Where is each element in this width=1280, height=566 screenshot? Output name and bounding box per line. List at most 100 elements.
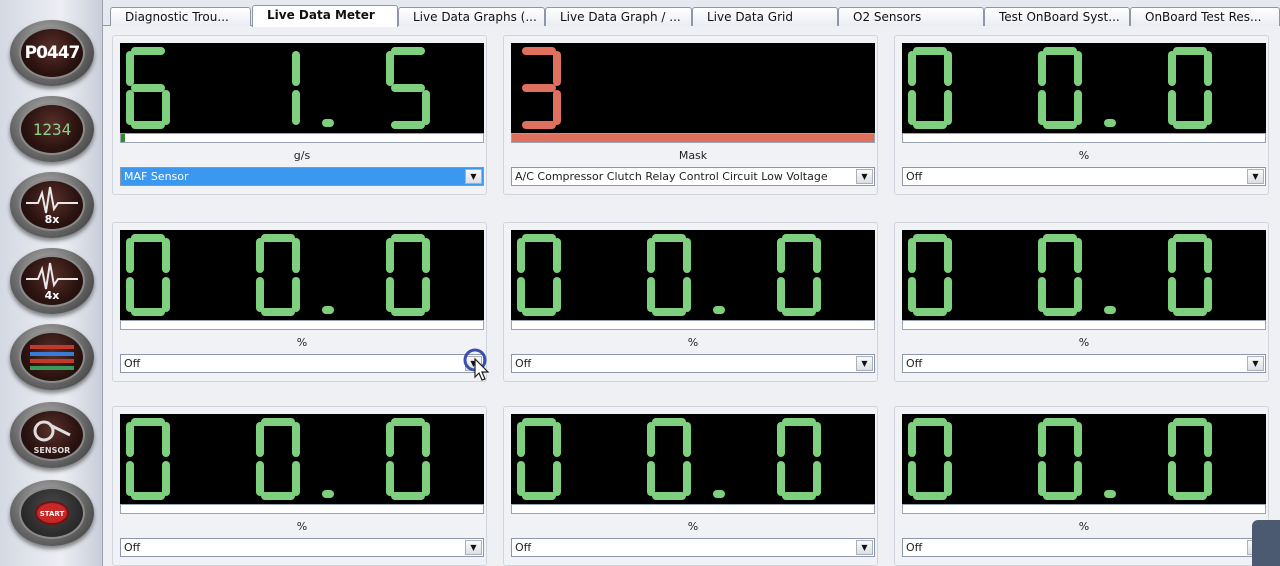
start-label: START bbox=[40, 510, 65, 518]
seven-segment-readout bbox=[126, 47, 430, 129]
segment-e bbox=[1038, 461, 1046, 496]
chevron-down-icon[interactable]: ▼ bbox=[856, 169, 873, 184]
segment-f bbox=[517, 422, 525, 457]
pid-select-value: Off bbox=[124, 541, 141, 554]
unit-label: g/s bbox=[293, 149, 311, 162]
tab-o2-sensors[interactable]: O2 Sensors bbox=[838, 7, 984, 26]
tab-diagnostic-trouble-codes[interactable]: Diagnostic Trou... bbox=[110, 7, 251, 26]
segment-d bbox=[522, 308, 556, 316]
segment-a bbox=[1043, 418, 1077, 426]
graph-8x-label: 8x bbox=[45, 213, 60, 226]
segment-e bbox=[1038, 90, 1046, 125]
segment-b bbox=[1204, 51, 1212, 86]
segment-c bbox=[683, 461, 691, 496]
segment-d bbox=[1043, 492, 1077, 500]
unit-label: % bbox=[687, 520, 699, 533]
segment-f bbox=[386, 51, 394, 86]
lcd-display bbox=[511, 230, 875, 320]
chevron-down-icon[interactable]: ▼ bbox=[1247, 356, 1264, 371]
pid-select[interactable]: Off▼ bbox=[120, 354, 484, 373]
tab-test-onboard-systems[interactable]: Test OnBoard Syst... bbox=[984, 7, 1130, 26]
segment-f bbox=[777, 238, 785, 273]
decimal-point bbox=[1104, 306, 1116, 314]
chevron-down-icon[interactable]: ▼ bbox=[465, 169, 482, 184]
segment-c bbox=[422, 90, 430, 125]
segment-a bbox=[261, 234, 295, 242]
start-button-icon: START bbox=[19, 487, 85, 539]
segment-f bbox=[386, 238, 394, 273]
segment-b bbox=[162, 422, 170, 457]
segment-d bbox=[261, 492, 295, 500]
pid-select[interactable]: Off▼ bbox=[902, 354, 1266, 373]
grid-view-button[interactable] bbox=[10, 324, 94, 390]
segment-c bbox=[813, 461, 821, 496]
pid-select-value: Off bbox=[124, 357, 141, 370]
segment-e bbox=[517, 277, 525, 312]
segment-b bbox=[422, 238, 430, 273]
chevron-down-icon[interactable]: ▼ bbox=[465, 540, 482, 555]
o2-sensor-button[interactable]: SENSOR bbox=[10, 402, 94, 468]
segment-a bbox=[522, 234, 556, 242]
segment-c bbox=[944, 461, 952, 496]
segment-a bbox=[391, 47, 425, 55]
tab-label: Live Data Graphs (... bbox=[413, 10, 537, 24]
start-button[interactable]: START bbox=[10, 480, 94, 546]
chevron-down-icon[interactable]: ▼ bbox=[1247, 169, 1264, 184]
seven-segment-readout bbox=[126, 234, 430, 316]
graph-4x-label: 4x bbox=[45, 289, 60, 302]
tab-onboard-test-results[interactable]: OnBoard Test Res... bbox=[1130, 7, 1280, 26]
segment-a bbox=[131, 47, 165, 55]
segment-a bbox=[913, 234, 947, 242]
meter-panel: % Off ▼ bbox=[503, 406, 878, 566]
segment-b bbox=[1074, 422, 1082, 457]
segment-d bbox=[1043, 121, 1077, 129]
pid-select[interactable]: MAF Sensor ▼ bbox=[120, 167, 484, 186]
dtc-code-button[interactable]: P0447 bbox=[10, 20, 94, 86]
segment-b bbox=[292, 422, 300, 457]
tab-live-data-graph[interactable]: Live Data Graph / ... bbox=[545, 7, 692, 26]
pid-select[interactable]: A/C Compressor Clutch Relay Control Circ… bbox=[511, 167, 875, 186]
digital-meter-button[interactable]: 1234 bbox=[10, 96, 94, 162]
segment-c bbox=[1074, 277, 1082, 312]
tab-live-data-grid[interactable]: Live Data Grid bbox=[692, 7, 838, 26]
segment-b bbox=[683, 238, 691, 273]
segment-b bbox=[292, 238, 300, 273]
pid-select[interactable]: Off▼ bbox=[511, 538, 875, 557]
segment-e bbox=[908, 277, 916, 312]
chevron-down-icon[interactable]: ▼ bbox=[856, 540, 873, 555]
seven-segment-readout bbox=[908, 47, 1212, 129]
segment-e bbox=[908, 461, 916, 496]
pid-select[interactable]: Off ▼ bbox=[120, 538, 484, 557]
segment-c bbox=[553, 90, 561, 125]
segment-e bbox=[777, 461, 785, 496]
level-bar bbox=[511, 504, 875, 514]
segment-a bbox=[1173, 234, 1207, 242]
segment-d bbox=[1173, 308, 1207, 316]
graph-8x-button[interactable]: 8x bbox=[10, 172, 94, 238]
pid-select-value: Off bbox=[906, 170, 923, 183]
tool-rail: P0447 1234 8x 4x SENSOR START bbox=[0, 0, 103, 566]
chevron-down-icon[interactable]: ▼ bbox=[856, 356, 873, 371]
waveform-4x-icon: 4x bbox=[19, 255, 85, 307]
tab-live-data-graphs[interactable]: Live Data Graphs (... bbox=[398, 7, 545, 26]
pid-select[interactable]: Off ▼ bbox=[902, 167, 1266, 186]
tab-live-data-meter[interactable]: Live Data Meter bbox=[252, 5, 398, 27]
seven-segment-readout bbox=[522, 47, 561, 129]
meter-panel: % Off ▼ bbox=[503, 222, 878, 382]
segment-e bbox=[908, 90, 916, 125]
pid-select[interactable]: Off▼ bbox=[511, 354, 875, 373]
seven-segment-readout bbox=[908, 234, 1212, 316]
segment-c bbox=[292, 461, 300, 496]
graph-4x-button[interactable]: 4x bbox=[10, 248, 94, 314]
meter-panel: g/s MAF Sensor ▼ bbox=[112, 35, 487, 195]
segment-f bbox=[256, 238, 264, 273]
level-bar bbox=[902, 504, 1266, 514]
lcd-display bbox=[902, 43, 1266, 133]
segment-f bbox=[647, 422, 655, 457]
segment-e bbox=[1168, 90, 1176, 125]
segment-a bbox=[1043, 234, 1077, 242]
segment-d bbox=[261, 308, 295, 316]
segment-f bbox=[126, 422, 134, 457]
pid-select[interactable]: Off▼ bbox=[902, 538, 1266, 557]
seven-segment-readout bbox=[517, 234, 821, 316]
